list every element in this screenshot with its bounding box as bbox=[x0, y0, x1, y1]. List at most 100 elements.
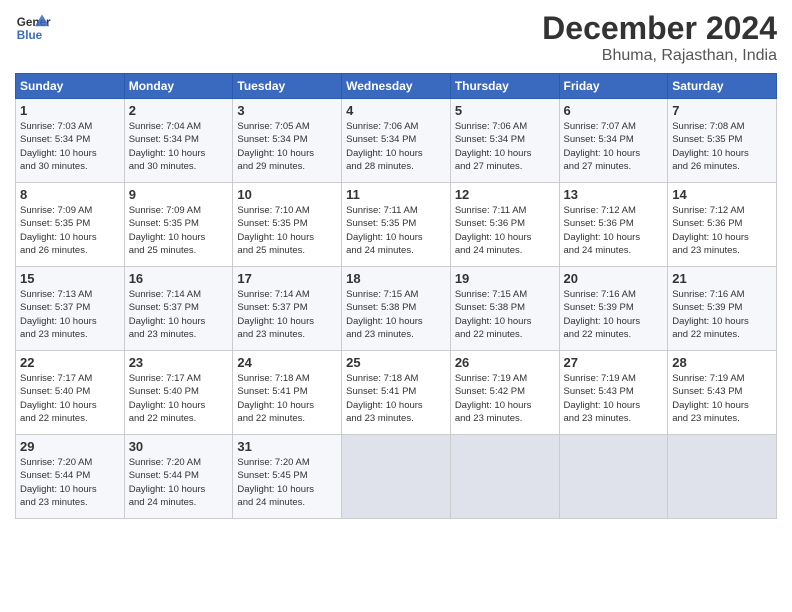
calendar-container: General Blue December 2024 Bhuma, Rajast… bbox=[0, 0, 792, 529]
calendar-cell: 22 Sunrise: 7:17 AMSunset: 5:40 PMDayligh… bbox=[16, 351, 125, 435]
day-number: 3 bbox=[237, 103, 337, 118]
day-info: Sunrise: 7:19 AMSunset: 5:43 PMDaylight:… bbox=[564, 372, 664, 425]
day-number: 28 bbox=[672, 355, 772, 370]
day-info: Sunrise: 7:03 AMSunset: 5:34 PMDaylight:… bbox=[20, 120, 120, 173]
day-info: Sunrise: 7:11 AMSunset: 5:36 PMDaylight:… bbox=[455, 204, 555, 257]
day-number: 4 bbox=[346, 103, 446, 118]
calendar-table: SundayMondayTuesdayWednesdayThursdayFrid… bbox=[15, 73, 777, 519]
week-row-2: 8 Sunrise: 7:09 AMSunset: 5:35 PMDaylight… bbox=[16, 183, 777, 267]
day-number: 17 bbox=[237, 271, 337, 286]
day-info: Sunrise: 7:15 AMSunset: 5:38 PMDaylight:… bbox=[455, 288, 555, 341]
day-info: Sunrise: 7:07 AMSunset: 5:34 PMDaylight:… bbox=[564, 120, 664, 173]
day-number: 16 bbox=[129, 271, 229, 286]
day-number: 10 bbox=[237, 187, 337, 202]
day-info: Sunrise: 7:19 AMSunset: 5:43 PMDaylight:… bbox=[672, 372, 772, 425]
week-row-4: 22 Sunrise: 7:17 AMSunset: 5:40 PMDayligh… bbox=[16, 351, 777, 435]
weekday-header-row: SundayMondayTuesdayWednesdayThursdayFrid… bbox=[16, 74, 777, 99]
calendar-cell: 18Sunrise: 7:15 AMSunset: 5:38 PMDayligh… bbox=[342, 267, 451, 351]
day-number: 9 bbox=[129, 187, 229, 202]
calendar-cell: 27Sunrise: 7:19 AMSunset: 5:43 PMDayligh… bbox=[559, 351, 668, 435]
weekday-header-saturday: Saturday bbox=[668, 74, 777, 99]
day-number: 23 bbox=[129, 355, 229, 370]
day-info: Sunrise: 7:06 AMSunset: 5:34 PMDaylight:… bbox=[455, 120, 555, 173]
day-info: Sunrise: 7:12 AMSunset: 5:36 PMDaylight:… bbox=[564, 204, 664, 257]
weekday-header-wednesday: Wednesday bbox=[342, 74, 451, 99]
day-number: 2 bbox=[129, 103, 229, 118]
calendar-cell: 5 Sunrise: 7:06 AMSunset: 5:34 PMDaylight… bbox=[450, 99, 559, 183]
calendar-cell: 25Sunrise: 7:18 AMSunset: 5:41 PMDayligh… bbox=[342, 351, 451, 435]
calendar-cell bbox=[668, 435, 777, 519]
day-info: Sunrise: 7:20 AMSunset: 5:44 PMDaylight:… bbox=[129, 456, 229, 509]
calendar-cell: 16 Sunrise: 7:14 AMSunset: 5:37 PMDayligh… bbox=[124, 267, 233, 351]
day-number: 7 bbox=[672, 103, 772, 118]
calendar-cell: 23 Sunrise: 7:17 AMSunset: 5:40 PMDayligh… bbox=[124, 351, 233, 435]
day-info: Sunrise: 7:05 AMSunset: 5:34 PMDaylight:… bbox=[237, 120, 337, 173]
day-info: Sunrise: 7:14 AMSunset: 5:37 PMDaylight:… bbox=[237, 288, 337, 341]
day-info: Sunrise: 7:13 AMSunset: 5:37 PMDaylight:… bbox=[20, 288, 120, 341]
day-number: 8 bbox=[20, 187, 120, 202]
calendar-cell bbox=[342, 435, 451, 519]
day-info: Sunrise: 7:09 AMSunset: 5:35 PMDaylight:… bbox=[129, 204, 229, 257]
weekday-header-monday: Monday bbox=[124, 74, 233, 99]
calendar-cell: 31 Sunrise: 7:20 AMSunset: 5:45 PMDayligh… bbox=[233, 435, 342, 519]
calendar-cell: 7 Sunrise: 7:08 AMSunset: 5:35 PMDaylight… bbox=[668, 99, 777, 183]
week-row-3: 15 Sunrise: 7:13 AMSunset: 5:37 PMDayligh… bbox=[16, 267, 777, 351]
calendar-cell: 6 Sunrise: 7:07 AMSunset: 5:34 PMDaylight… bbox=[559, 99, 668, 183]
day-info: Sunrise: 7:15 AMSunset: 5:38 PMDaylight:… bbox=[346, 288, 446, 341]
day-number: 19 bbox=[455, 271, 555, 286]
day-info: Sunrise: 7:19 AMSunset: 5:42 PMDaylight:… bbox=[455, 372, 555, 425]
calendar-cell: 20Sunrise: 7:16 AMSunset: 5:39 PMDayligh… bbox=[559, 267, 668, 351]
calendar-cell: 8 Sunrise: 7:09 AMSunset: 5:35 PMDaylight… bbox=[16, 183, 125, 267]
day-info: Sunrise: 7:14 AMSunset: 5:37 PMDaylight:… bbox=[129, 288, 229, 341]
day-number: 1 bbox=[20, 103, 120, 118]
day-info: Sunrise: 7:17 AMSunset: 5:40 PMDaylight:… bbox=[20, 372, 120, 425]
calendar-cell: 17 Sunrise: 7:14 AMSunset: 5:37 PMDayligh… bbox=[233, 267, 342, 351]
calendar-cell: 1 Sunrise: 7:03 AMSunset: 5:34 PMDaylight… bbox=[16, 99, 125, 183]
calendar-cell: 21Sunrise: 7:16 AMSunset: 5:39 PMDayligh… bbox=[668, 267, 777, 351]
day-number: 12 bbox=[455, 187, 555, 202]
svg-text:Blue: Blue bbox=[17, 29, 43, 42]
day-info: Sunrise: 7:20 AMSunset: 5:45 PMDaylight:… bbox=[237, 456, 337, 509]
calendar-cell: 14 Sunrise: 7:12 AMSunset: 5:36 PMDayligh… bbox=[668, 183, 777, 267]
weekday-header-tuesday: Tuesday bbox=[233, 74, 342, 99]
day-info: Sunrise: 7:17 AMSunset: 5:40 PMDaylight:… bbox=[129, 372, 229, 425]
day-info: Sunrise: 7:12 AMSunset: 5:36 PMDaylight:… bbox=[672, 204, 772, 257]
day-info: Sunrise: 7:04 AMSunset: 5:34 PMDaylight:… bbox=[129, 120, 229, 173]
calendar-cell: 29Sunrise: 7:20 AMSunset: 5:44 PMDayligh… bbox=[16, 435, 125, 519]
calendar-cell: 3 Sunrise: 7:05 AMSunset: 5:34 PMDaylight… bbox=[233, 99, 342, 183]
week-row-1: 1 Sunrise: 7:03 AMSunset: 5:34 PMDaylight… bbox=[16, 99, 777, 183]
day-number: 31 bbox=[237, 439, 337, 454]
calendar-cell: 24Sunrise: 7:18 AMSunset: 5:41 PMDayligh… bbox=[233, 351, 342, 435]
day-number: 21 bbox=[672, 271, 772, 286]
day-number: 14 bbox=[672, 187, 772, 202]
day-info: Sunrise: 7:10 AMSunset: 5:35 PMDaylight:… bbox=[237, 204, 337, 257]
day-number: 13 bbox=[564, 187, 664, 202]
day-info: Sunrise: 7:09 AMSunset: 5:35 PMDaylight:… bbox=[20, 204, 120, 257]
day-info: Sunrise: 7:08 AMSunset: 5:35 PMDaylight:… bbox=[672, 120, 772, 173]
day-number: 11 bbox=[346, 187, 446, 202]
calendar-cell: 28 Sunrise: 7:19 AMSunset: 5:43 PMDayligh… bbox=[668, 351, 777, 435]
weekday-header-thursday: Thursday bbox=[450, 74, 559, 99]
logo-icon: General Blue bbox=[15, 10, 51, 46]
calendar-cell: 15 Sunrise: 7:13 AMSunset: 5:37 PMDayligh… bbox=[16, 267, 125, 351]
calendar-cell: 26 Sunrise: 7:19 AMSunset: 5:42 PMDayligh… bbox=[450, 351, 559, 435]
calendar-cell bbox=[559, 435, 668, 519]
calendar-subtitle: Bhuma, Rajasthan, India bbox=[542, 47, 777, 65]
day-number: 5 bbox=[455, 103, 555, 118]
calendar-cell: 12 Sunrise: 7:11 AMSunset: 5:36 PMDayligh… bbox=[450, 183, 559, 267]
day-number: 26 bbox=[455, 355, 555, 370]
day-number: 24 bbox=[237, 355, 337, 370]
day-info: Sunrise: 7:06 AMSunset: 5:34 PMDaylight:… bbox=[346, 120, 446, 173]
weekday-header-sunday: Sunday bbox=[16, 74, 125, 99]
day-number: 22 bbox=[20, 355, 120, 370]
day-info: Sunrise: 7:16 AMSunset: 5:39 PMDaylight:… bbox=[564, 288, 664, 341]
day-number: 15 bbox=[20, 271, 120, 286]
day-number: 6 bbox=[564, 103, 664, 118]
week-row-5: 29 Sunrise: 7:20 AMSunset: 5:44 PMDayligh… bbox=[16, 435, 777, 519]
day-number: 29 bbox=[20, 439, 120, 454]
calendar-cell bbox=[450, 435, 559, 519]
day-number: 30 bbox=[129, 439, 229, 454]
calendar-cell: 2 Sunrise: 7:04 AMSunset: 5:34 PMDaylight… bbox=[124, 99, 233, 183]
day-number: 25 bbox=[346, 355, 446, 370]
calendar-header: General Blue December 2024 Bhuma, Rajast… bbox=[15, 10, 777, 65]
